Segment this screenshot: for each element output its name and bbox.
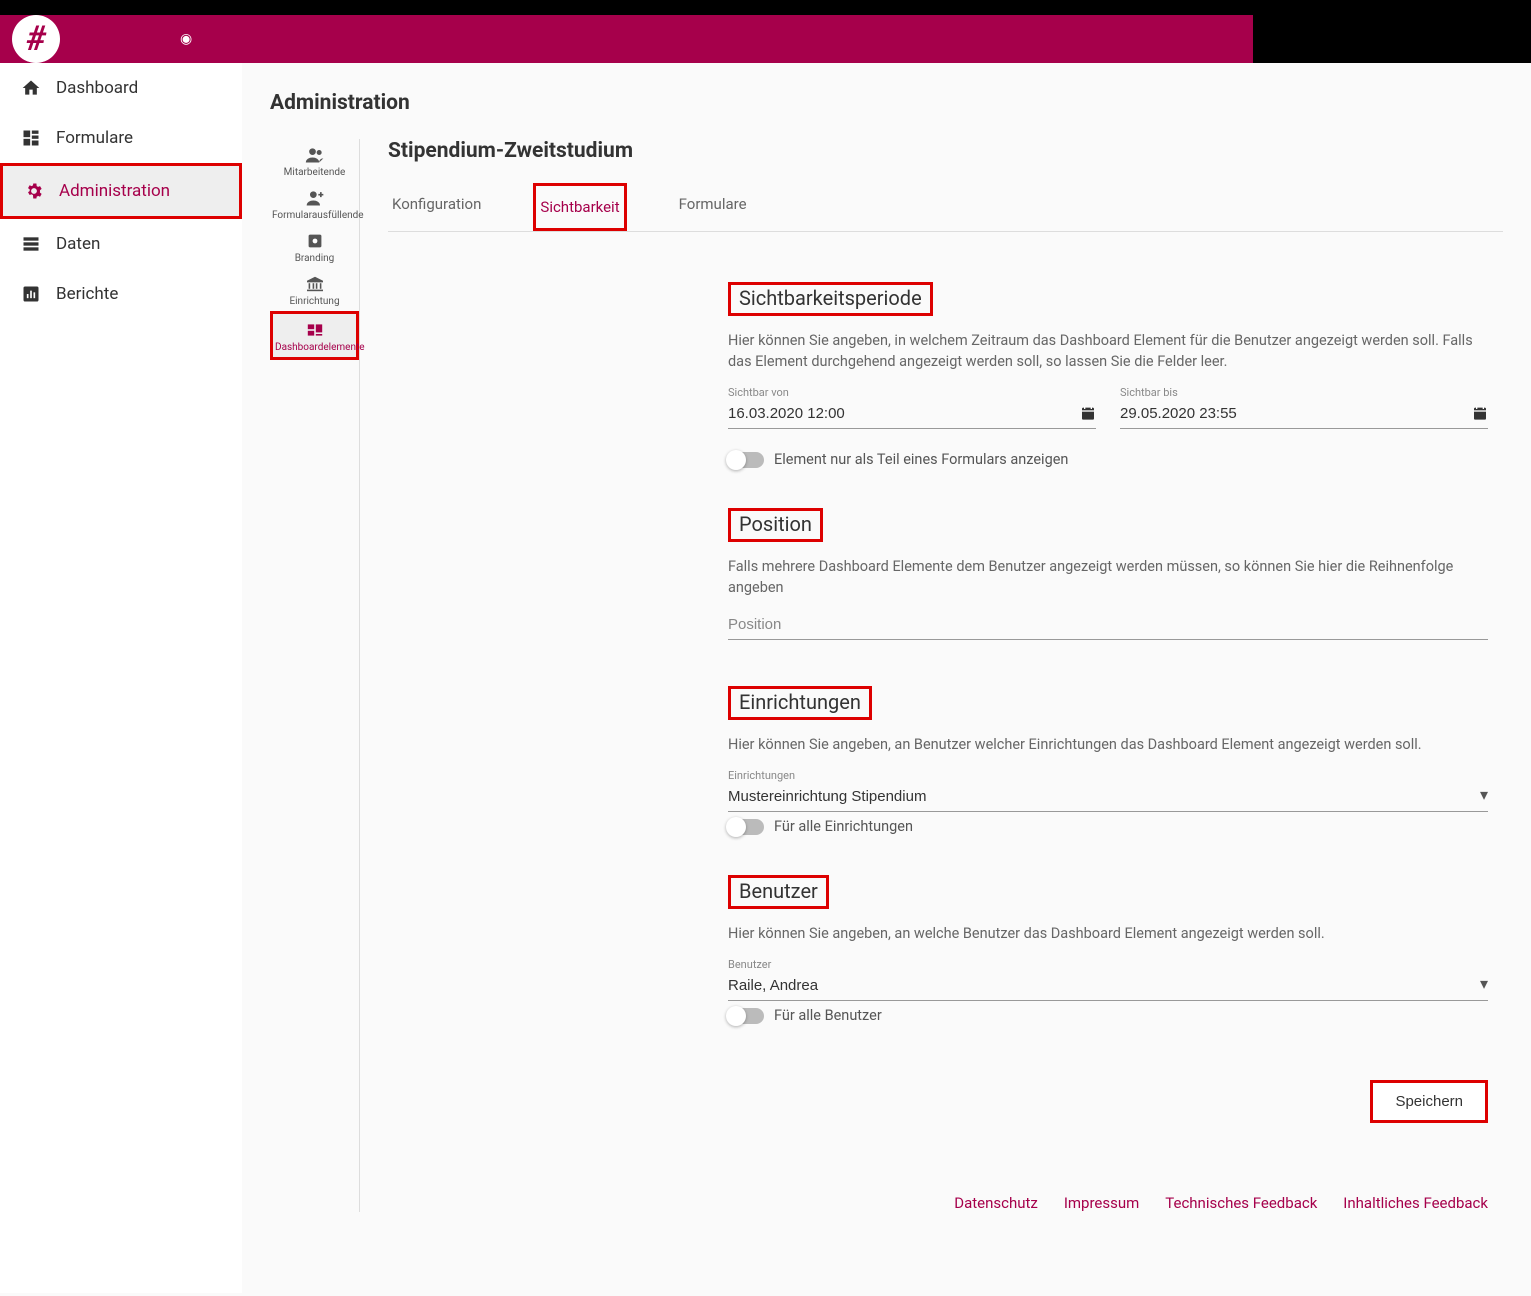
dropdown-icon[interactable]: ▾ <box>1480 974 1488 993</box>
sub-item-label: Branding <box>295 253 335 264</box>
toggle-all-einrichtungen[interactable] <box>728 819 764 835</box>
dashboard-icon <box>305 322 325 338</box>
tab-konfiguration[interactable]: Konfiguration <box>388 183 485 231</box>
help-sichtbarkeit: Hier können Sie angeben, in welchem Zeit… <box>728 330 1488 372</box>
sub-item-label: Einrichtung <box>289 296 339 307</box>
toggle-all-benutzer-label: Für alle Benutzer <box>774 1007 882 1024</box>
toggle-all-einrichtungen-label: Für alle Einrichtungen <box>774 818 913 835</box>
sub-item-einrichtung[interactable]: Einrichtung <box>270 268 359 311</box>
heading-position: Position <box>728 508 823 542</box>
einrichtungen-label: Einrichtungen <box>728 769 1488 782</box>
sub-item-mitarbeitende[interactable]: Mitarbeitende <box>270 139 359 182</box>
sidebar-item-label: Formulare <box>56 128 133 148</box>
tab-formulare[interactable]: Formulare <box>675 183 751 231</box>
page-title: Administration <box>270 91 1503 115</box>
sichtbar-von-field[interactable]: Sichtbar von <box>728 386 1096 429</box>
footer-links: Datenschutz Impressum Technisches Feedba… <box>728 1123 1488 1212</box>
heading-sichtbarkeitsperiode: Sichtbarkeitsperiode <box>728 282 933 316</box>
storage-icon <box>20 233 42 255</box>
section-title: Stipendium-Zweitstudium <box>388 139 1503 163</box>
calendar-icon[interactable] <box>1472 405 1488 421</box>
dropdown-icon[interactable]: ▾ <box>1480 785 1488 804</box>
secondary-sidebar: Mitarbeitende Formularausfüllende Brandi… <box>270 139 360 1212</box>
sidebar-item-label: Berichte <box>56 284 118 304</box>
toggle-all-benutzer[interactable] <box>728 1008 764 1024</box>
forms-icon <box>20 127 42 149</box>
logo[interactable]: # <box>12 15 60 63</box>
sidebar-item-formulare[interactable]: Formulare <box>0 113 242 163</box>
calendar-icon[interactable] <box>1080 405 1096 421</box>
sidebar-item-dashboard[interactable]: Dashboard <box>0 63 242 113</box>
sub-item-formularausfuellende[interactable]: Formularausfüllende <box>270 182 359 225</box>
top-black-bar <box>0 0 1531 15</box>
toggle-form-only-label: Element nur als Teil eines Formulars anz… <box>774 451 1068 468</box>
sub-item-label: Mitarbeitende <box>284 167 346 178</box>
sichtbar-bis-label: Sichtbar bis <box>1120 386 1488 399</box>
institution-icon <box>305 276 325 292</box>
topbar: # ◉ <box>0 15 1531 63</box>
link-datenschutz[interactable]: Datenschutz <box>954 1194 1038 1212</box>
link-tech-feedback[interactable]: Technisches Feedback <box>1165 1194 1317 1212</box>
main-content: Administration Mitarbeitende Formularaus… <box>242 63 1531 1293</box>
heading-einrichtungen: Einrichtungen <box>728 686 872 720</box>
sub-item-label: Formularausfüllende <box>272 210 364 221</box>
chart-icon <box>20 283 42 305</box>
benutzer-label: Benutzer <box>728 958 1488 971</box>
tab-sichtbarkeit[interactable]: Sichtbarkeit <box>533 183 626 231</box>
home-icon <box>20 77 42 99</box>
gear-icon <box>23 180 45 202</box>
link-impressum[interactable]: Impressum <box>1064 1194 1139 1212</box>
sichtbar-bis-input[interactable] <box>1120 401 1488 429</box>
people-icon <box>305 147 325 163</box>
help-benutzer: Hier können Sie angeben, an welche Benut… <box>728 923 1488 944</box>
toggle-form-only[interactable] <box>728 452 764 468</box>
einrichtungen-select[interactable] <box>728 784 1488 812</box>
sub-item-dashboardelemente[interactable]: Dashboardelemente <box>270 311 359 360</box>
sidebar-item-daten[interactable]: Daten <box>0 219 242 269</box>
hash-icon: # <box>26 19 46 59</box>
sidebar-item-label: Dashboard <box>56 78 138 98</box>
person-add-icon <box>305 190 325 206</box>
sichtbar-bis-field[interactable]: Sichtbar bis <box>1120 386 1488 429</box>
sidebar-item-berichte[interactable]: Berichte <box>0 269 242 319</box>
target-icon[interactable]: ◉ <box>180 31 192 47</box>
position-input[interactable] <box>728 612 1488 640</box>
heading-benutzer: Benutzer <box>728 875 829 909</box>
link-inhalt-feedback[interactable]: Inhaltliches Feedback <box>1343 1194 1488 1212</box>
sidebar-item-label: Administration <box>59 181 170 201</box>
sidebar-item-label: Daten <box>56 234 100 254</box>
black-mask <box>1253 15 1531 63</box>
sub-item-label: Dashboardelemente <box>275 342 365 353</box>
sichtbar-von-input[interactable] <box>728 401 1096 429</box>
tabs: Konfiguration Sichtbarkeit Formulare <box>388 183 1503 232</box>
branding-icon <box>305 233 325 249</box>
sichtbar-von-label: Sichtbar von <box>728 386 1096 399</box>
help-position: Falls mehrere Dashboard Elemente dem Ben… <box>728 556 1488 598</box>
sub-item-branding[interactable]: Branding <box>270 225 359 268</box>
save-button[interactable]: Speichern <box>1370 1080 1488 1123</box>
help-einrichtungen: Hier können Sie angeben, an Benutzer wel… <box>728 734 1488 755</box>
sidebar-item-administration[interactable]: Administration <box>0 163 242 219</box>
primary-sidebar: Dashboard Formulare Administration Daten… <box>0 63 242 1293</box>
benutzer-select[interactable] <box>728 973 1488 1001</box>
